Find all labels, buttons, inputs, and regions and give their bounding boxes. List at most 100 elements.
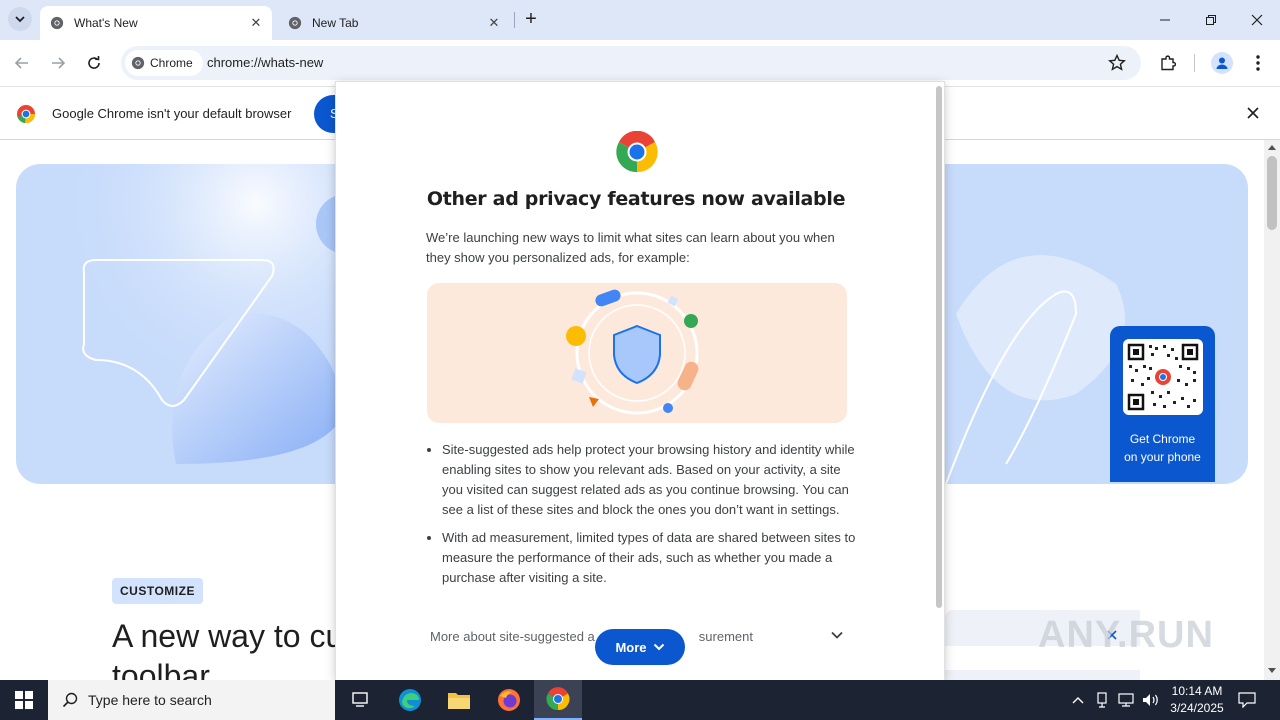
get-chrome-on-phone-card[interactable]: Get Chrome on your phone (1110, 326, 1215, 482)
qr-caption-line-2: on your phone (1124, 450, 1201, 464)
forward-button[interactable] (44, 49, 72, 77)
qr-code-image (1127, 343, 1199, 411)
chrome-menu-button[interactable] (1250, 53, 1266, 78)
chrome-logo-icon (616, 131, 658, 173)
chrome-taskbar-button[interactable] (534, 680, 582, 720)
chrome-logo-icon (131, 56, 145, 70)
page-scrollbar[interactable] (1264, 140, 1280, 680)
privacy-illustration (427, 283, 847, 423)
minimize-button[interactable] (1142, 0, 1188, 40)
headline-line-2: toolbar (112, 658, 210, 680)
folder-icon (448, 693, 470, 709)
clock-time: 10:14 AM (1171, 684, 1223, 698)
task-view-button[interactable] (336, 680, 384, 720)
windows-taskbar: Type here to search 10:14 AM 3/24/2025 (0, 680, 1280, 720)
reload-icon (88, 56, 100, 69)
new-tab-button[interactable]: + (519, 8, 543, 32)
chip-label: Chrome (150, 56, 193, 70)
windows-logo-icon (15, 691, 33, 709)
scroll-down-icon[interactable] (1268, 668, 1276, 674)
chevron-down-icon (15, 16, 25, 23)
start-button[interactable] (0, 680, 48, 720)
arrow-left-icon (14, 57, 28, 69)
address-bar[interactable]: Chrome chrome://whats-new (121, 46, 1141, 80)
file-explorer-taskbar-button[interactable] (435, 680, 483, 720)
action-center-button[interactable] (1236, 680, 1258, 720)
edge-taskbar-button[interactable] (386, 680, 434, 720)
chevron-down-icon (653, 643, 664, 651)
section-headline: A new way to cu toolbar (112, 616, 343, 680)
minimize-icon (1160, 19, 1170, 21)
tray-device-button[interactable] (1092, 680, 1112, 720)
scroll-up-icon[interactable] (1268, 144, 1276, 150)
show-hidden-icons-button[interactable] (1068, 680, 1088, 720)
qr-caption-line-1: Get Chrome (1129, 432, 1196, 446)
more-button[interactable]: More (595, 629, 685, 665)
reload-button[interactable] (80, 49, 108, 77)
customize-badge: CUSTOMIZE (112, 578, 203, 604)
scrollbar-thumb[interactable] (1267, 156, 1277, 230)
close-infobar-button[interactable] (1244, 104, 1262, 127)
feature-list: Site-suggested ads help protect your bro… (426, 440, 856, 596)
shield-illustration (566, 289, 699, 415)
close-window-button[interactable] (1234, 0, 1280, 40)
back-button[interactable] (8, 49, 36, 77)
qr-code (1123, 339, 1203, 415)
site-info-chip[interactable]: Chrome (125, 50, 203, 76)
watermark: ANY.RUN (1038, 614, 1214, 656)
taskbar-search-box[interactable]: Type here to search (48, 680, 335, 720)
close-icon (1247, 107, 1259, 119)
firefox-taskbar-button[interactable] (485, 680, 533, 720)
close-icon (1251, 14, 1263, 26)
dialog-intro: We’re launching new ways to limit what s… (426, 230, 835, 265)
chevron-up-icon (1072, 697, 1084, 704)
search-placeholder: Type here to search (88, 692, 212, 708)
extensions-button[interactable] (1158, 53, 1178, 78)
speaker-icon (1143, 694, 1158, 706)
url-text[interactable]: chrome://whats-new (207, 55, 323, 70)
star-icon (1108, 53, 1126, 71)
tab-search-button[interactable] (8, 7, 32, 31)
restore-icon (1206, 15, 1216, 25)
clock-date: 3/24/2025 (1170, 701, 1224, 715)
tab-whats-new[interactable]: What's New ✕ (40, 6, 272, 40)
dialog-title: Other ad privacy features now available (426, 188, 846, 210)
chrome-logo-icon (17, 105, 36, 124)
more-about-expander[interactable]: More about site-suggested a surement (430, 629, 753, 644)
more-button-label: More (615, 639, 647, 655)
arrow-right-icon (52, 57, 66, 69)
edge-icon (399, 689, 421, 711)
kebab-menu-icon (1256, 55, 1260, 71)
tab-new-tab[interactable]: New Tab ✕ (278, 6, 510, 40)
network-button[interactable] (1116, 680, 1136, 720)
browser-toolbar: Chrome chrome://whats-new (0, 40, 1280, 86)
ad-privacy-dialog: Other ad privacy features now available … (336, 82, 944, 680)
qr-caption: Get Chrome on your phone (1110, 430, 1215, 466)
volume-button[interactable] (1140, 680, 1162, 720)
system-clock[interactable]: 10:14 AM 3/24/2025 (1162, 683, 1232, 717)
profile-button[interactable] (1211, 52, 1233, 74)
feature-site-suggested-ads: Site-suggested ads help protect your bro… (442, 440, 856, 520)
tab-strip: What's New ✕ New Tab ✕ + (0, 0, 1280, 40)
notification-icon (1238, 692, 1256, 708)
chevron-down-icon[interactable] (830, 628, 844, 642)
restore-button[interactable] (1188, 0, 1234, 40)
profile-icon (1216, 57, 1228, 69)
chrome-logo-icon (546, 687, 570, 711)
dialog-scrollbar-thumb[interactable] (936, 86, 942, 608)
chrome-logo-icon (50, 16, 64, 30)
close-tab-icon[interactable]: ✕ (486, 15, 502, 31)
tab-title: What's New (74, 16, 138, 30)
search-icon (62, 692, 78, 708)
usb-device-icon (1097, 692, 1107, 708)
more-about-text-right: surement (698, 629, 753, 644)
task-view-icon (352, 692, 368, 707)
headline-line-1: A new way to cu (112, 618, 344, 654)
tab-divider (514, 12, 515, 28)
firefox-icon (498, 689, 520, 711)
bookmark-button[interactable] (1107, 53, 1127, 78)
toolbar-divider (1194, 54, 1195, 72)
close-tab-icon[interactable]: ✕ (248, 15, 264, 31)
infobar-message: Google Chrome isn't your default browser (52, 106, 292, 121)
puzzle-icon (1161, 55, 1177, 71)
